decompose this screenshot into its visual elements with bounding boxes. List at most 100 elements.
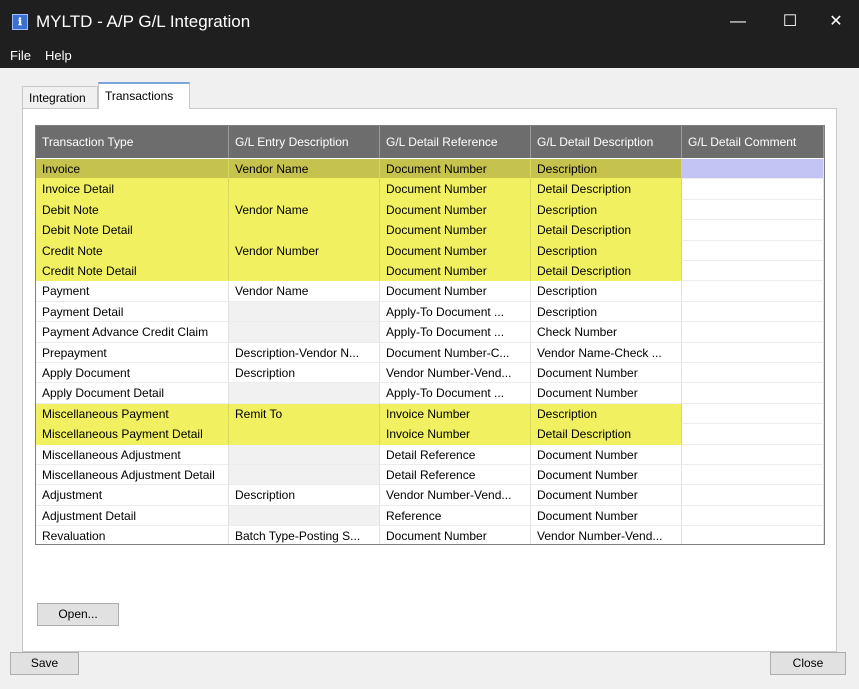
table-cell[interactable]: Adjustment [36, 485, 229, 506]
table-cell[interactable] [229, 383, 380, 404]
table-cell[interactable] [682, 322, 824, 343]
table-row[interactable]: Credit Note Vendor Number Document Number D… [36, 240, 824, 261]
table-row[interactable]: Apply Document Detail Apply-To Document .… [36, 383, 824, 404]
table-cell[interactable] [682, 240, 824, 261]
table-cell[interactable]: Document Number [531, 363, 682, 384]
table-cell[interactable]: Apply-To Document ... [380, 301, 531, 323]
table-cell[interactable]: Apply Document [36, 363, 229, 384]
table-cell[interactable]: Document Number [531, 505, 682, 527]
table-cell[interactable]: Reference [380, 505, 531, 527]
column-header[interactable]: G/L Detail Comment [682, 126, 824, 158]
table-cell[interactable] [682, 220, 824, 241]
tab-transactions[interactable]: Transactions [98, 82, 190, 109]
table-row[interactable]: Invoice Vendor Name Document Number Descrip… [36, 159, 824, 180]
table-row[interactable]: Payment Detail Apply-To Document ... Descr… [36, 301, 824, 323]
table-cell[interactable] [229, 220, 380, 241]
table-cell[interactable]: Adjustment Detail [36, 505, 229, 527]
table-cell[interactable]: Apply-To Document ... [380, 383, 531, 404]
table-row[interactable]: Miscellaneous Adjustment Detail Reference… [36, 444, 824, 465]
table-row[interactable]: Invoice Detail Document Number Detail Desc… [36, 179, 824, 200]
transactions-grid[interactable]: Transaction Type G/L Entry Description G/L… [35, 125, 825, 545]
save-button[interactable]: Save [10, 652, 79, 675]
table-row[interactable]: Prepayment Description-Vendor N... Documen… [36, 342, 824, 363]
table-row[interactable]: Payment Vendor Name Document Number Descrip… [36, 281, 824, 302]
table-cell[interactable]: Document Number [380, 240, 531, 261]
table-cell[interactable] [682, 424, 824, 445]
table-row[interactable]: Credit Note Detail Document Number Detail … [36, 261, 824, 282]
table-cell[interactable]: Revaluation [36, 526, 229, 544]
table-cell[interactable]: Detail Description [531, 261, 682, 282]
table-cell[interactable]: Document Number [531, 465, 682, 486]
table-cell[interactable] [229, 424, 380, 445]
table-cell[interactable] [682, 199, 824, 221]
table-row[interactable]: Miscellaneous Adjustment Detail Detail Re… [36, 465, 824, 486]
table-cell[interactable] [229, 444, 380, 465]
table-cell[interactable]: Description [531, 199, 682, 221]
table-cell[interactable]: Document Number [380, 526, 531, 544]
table-cell[interactable] [229, 465, 380, 486]
table-cell[interactable]: Remit To [229, 403, 380, 425]
table-row[interactable]: Debit Note Vendor Name Document Number Desc… [36, 199, 824, 221]
table-cell[interactable]: Miscellaneous Adjustment [36, 444, 229, 465]
table-cell[interactable]: Vendor Number [229, 240, 380, 261]
table-cell[interactable]: Description [531, 403, 682, 425]
table-row[interactable]: Apply Document Description Vendor Number-V… [36, 363, 824, 384]
table-cell[interactable] [682, 261, 824, 282]
table-cell[interactable]: Detail Reference [380, 465, 531, 486]
table-cell[interactable]: Debit Note [36, 199, 229, 221]
table-cell[interactable] [682, 179, 824, 200]
table-cell[interactable]: Miscellaneous Payment Detail [36, 424, 229, 445]
table-cell[interactable]: Document Number [531, 485, 682, 506]
table-cell[interactable]: Document Number [380, 159, 531, 180]
table-cell[interactable]: Apply-To Document ... [380, 322, 531, 343]
table-cell[interactable] [682, 281, 824, 302]
table-row[interactable]: Miscellaneous Payment Remit To Invoice Num… [36, 403, 824, 425]
column-header[interactable]: G/L Entry Description [229, 126, 380, 158]
table-cell[interactable]: Description [531, 240, 682, 261]
table-cell[interactable]: Miscellaneous Adjustment Detail [36, 465, 229, 486]
table-cell[interactable]: Detail Description [531, 179, 682, 200]
table-cell[interactable]: Prepayment [36, 342, 229, 363]
table-cell[interactable]: Invoice Detail [36, 179, 229, 200]
table-cell[interactable]: Payment [36, 281, 229, 302]
table-cell[interactable] [229, 179, 380, 200]
table-cell[interactable]: Vendor Number-Vend... [380, 363, 531, 384]
table-cell[interactable]: Description [531, 281, 682, 302]
table-cell[interactable]: Document Number [380, 261, 531, 282]
table-cell[interactable]: Vendor Name [229, 199, 380, 221]
menu-help[interactable]: Help [45, 48, 72, 63]
table-cell[interactable]: Detail Description [531, 424, 682, 445]
table-cell[interactable]: Detail Reference [380, 444, 531, 465]
column-header[interactable]: Transaction Type [36, 126, 229, 158]
column-header[interactable]: G/L Detail Description [531, 126, 682, 158]
table-cell[interactable]: Detail Description [531, 220, 682, 241]
table-cell[interactable] [682, 505, 824, 527]
close-window-button[interactable]: ✕ [813, 0, 859, 44]
table-cell[interactable]: Payment Detail [36, 301, 229, 323]
table-cell[interactable] [682, 526, 824, 544]
table-cell[interactable]: Vendor Number-Vend... [531, 526, 682, 544]
table-cell[interactable]: Invoice Number [380, 424, 531, 445]
table-cell[interactable]: Description-Vendor N... [229, 342, 380, 363]
table-row[interactable]: Miscellaneous Payment Detail Invoice Numb… [36, 424, 824, 445]
table-cell[interactable]: Apply Document Detail [36, 383, 229, 404]
table-cell[interactable] [682, 383, 824, 404]
table-row[interactable]: Revaluation Batch Type-Posting S... Docume… [36, 526, 824, 544]
table-cell[interactable] [682, 403, 824, 425]
table-cell[interactable]: Vendor Name-Check ... [531, 342, 682, 363]
table-cell[interactable]: Document Number [531, 444, 682, 465]
table-cell[interactable] [682, 485, 824, 506]
table-cell[interactable] [682, 342, 824, 363]
table-cell[interactable]: Description [229, 363, 380, 384]
table-row[interactable]: Debit Note Detail Document Number Detail D… [36, 220, 824, 241]
open-button[interactable]: Open... [37, 603, 119, 626]
table-cell[interactable] [682, 444, 824, 465]
table-cell[interactable] [229, 505, 380, 527]
table-cell[interactable]: Invoice Number [380, 403, 531, 425]
close-button[interactable]: Close [770, 652, 846, 675]
table-cell[interactable] [682, 159, 824, 180]
table-cell[interactable]: Vendor Name [229, 281, 380, 302]
table-cell[interactable]: Batch Type-Posting S... [229, 526, 380, 544]
table-cell[interactable] [229, 322, 380, 343]
table-cell[interactable]: Debit Note Detail [36, 220, 229, 241]
